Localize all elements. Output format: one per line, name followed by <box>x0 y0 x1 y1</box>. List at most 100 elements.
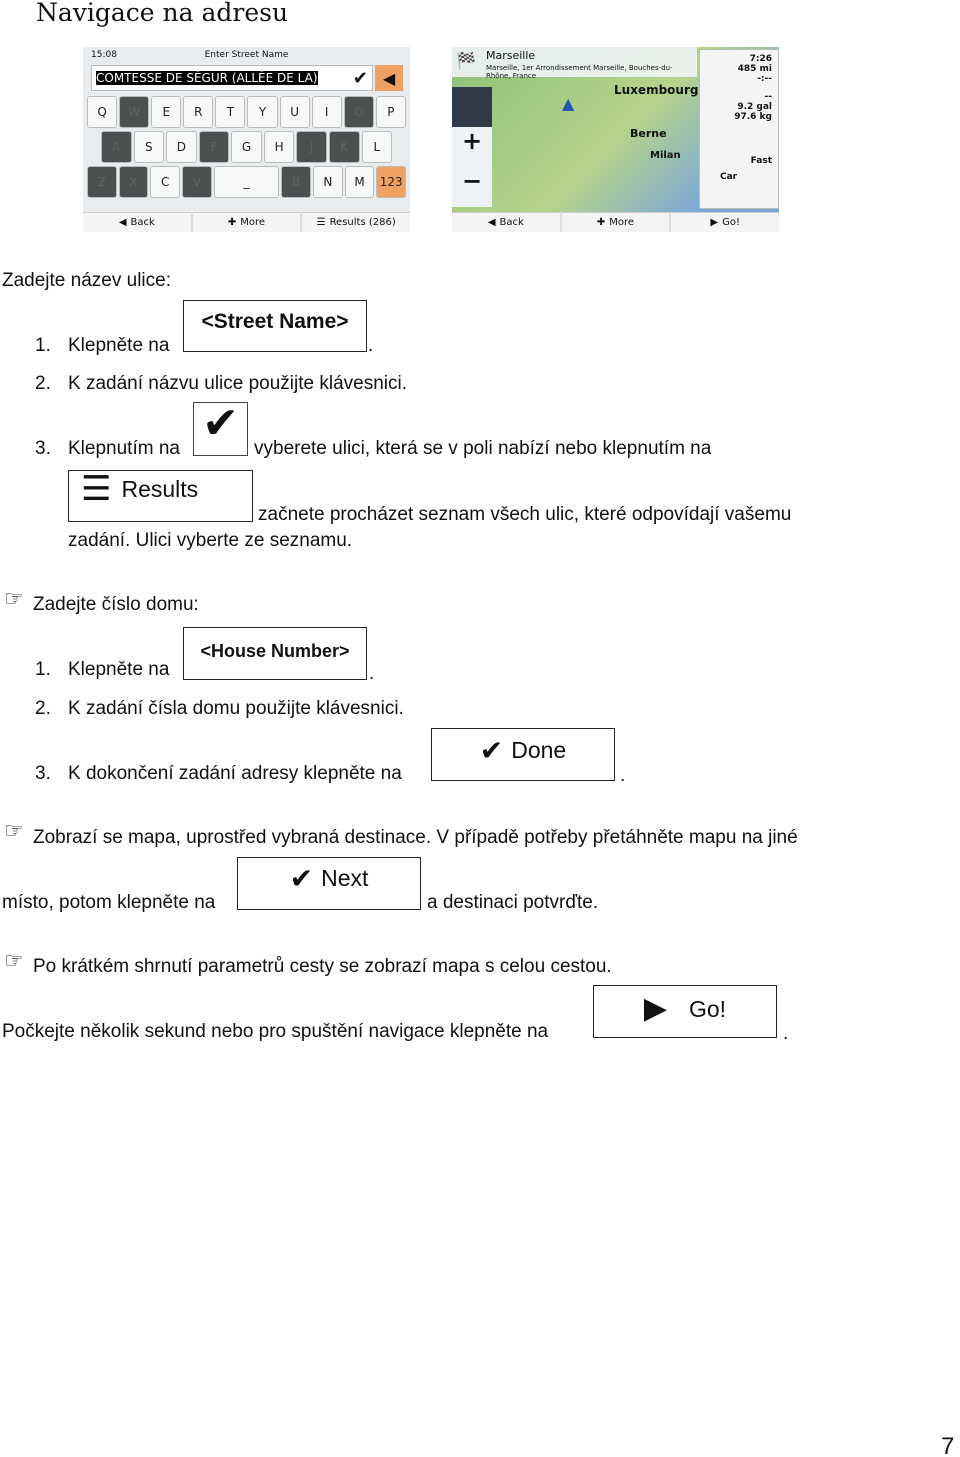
back-button[interactable]: ◀ Back <box>83 212 191 232</box>
punct: . <box>368 335 374 356</box>
section-heading: Zadejte název ulice: <box>2 270 171 291</box>
map-label: Milan <box>650 150 681 161</box>
key[interactable]: P <box>375 96 406 128</box>
step-text: zadání. Ulici vyberte ze seznamu. <box>68 530 353 551</box>
key[interactable]: C <box>150 166 181 198</box>
check-icon: ✔ <box>289 863 314 894</box>
key[interactable]: U <box>279 96 310 128</box>
key[interactable]: S <box>133 131 165 163</box>
play-icon: ▶ <box>643 992 667 1025</box>
key[interactable]: E <box>151 96 182 128</box>
list-icon: ☰ <box>81 470 112 508</box>
position-arrow-icon: ▲ <box>562 94 575 113</box>
key[interactable]: H <box>263 131 295 163</box>
street-name-button[interactable]: <Street Name> <box>183 300 367 352</box>
results-button[interactable]: ☰ Results (286) <box>302 212 410 232</box>
list-number: 3. <box>35 438 51 459</box>
page-title: Navigace na adresu <box>36 0 289 27</box>
confirm-check-button[interactable]: ✔ <box>193 402 248 456</box>
key[interactable]: D <box>166 131 197 163</box>
key[interactable]: O <box>343 96 374 128</box>
list-number: 2. <box>35 373 51 394</box>
key[interactable]: B <box>281 166 311 198</box>
key[interactable]: 123 <box>376 166 407 198</box>
plus-icon: ✚ <box>227 217 237 228</box>
key[interactable]: A <box>101 131 132 163</box>
step-text: K dokončení zadání adresy klepněte na <box>68 763 402 784</box>
pointing-hand-icon: ☞ <box>4 818 24 843</box>
paragraph-text: Po krátkém shrnutí parametrů cesty se zo… <box>33 956 612 977</box>
list-number: 1. <box>35 335 51 356</box>
paragraph-text: Počkejte několik sekund nebo pro spuštěn… <box>2 1021 549 1042</box>
check-icon: ✔ <box>202 399 239 448</box>
house-number-button[interactable]: <House Number> <box>183 627 367 680</box>
street-input[interactable]: COMTESSE DE SÉGUR (ALLÉE DE LA) ✔ <box>91 65 373 91</box>
punct: . <box>369 663 375 684</box>
results-button[interactable]: ☰ Results <box>68 470 253 522</box>
zoom-out-button[interactable]: − <box>452 167 492 207</box>
check-icon: ✔ <box>352 67 368 89</box>
key[interactable]: F <box>198 131 230 163</box>
trip-info-panel: 7:26 485 mi -:-- -- 9.2 gal 97.6 kg Fast… <box>699 49 779 209</box>
key[interactable]: W <box>119 96 150 128</box>
list-icon: ☰ <box>316 217 326 228</box>
go-button[interactable]: ▶ Go! <box>671 212 779 232</box>
list-number: 3. <box>35 763 51 784</box>
check-icon: ✔ <box>479 735 504 766</box>
map-label: Berne <box>630 127 667 140</box>
back-button[interactable]: ◀ Back <box>452 212 560 232</box>
paragraph-text: Zobrazí se mapa, uprostřed vybraná desti… <box>33 827 798 848</box>
back-arrow-icon: ◀ <box>118 217 127 228</box>
section-heading: Zadejte číslo domu: <box>33 594 199 615</box>
list-number: 2. <box>35 698 51 719</box>
key[interactable]: N <box>313 166 343 198</box>
key[interactable]: _ <box>213 166 280 198</box>
destination-bar: 🏁 Marseille Marseille, 1er Arrondissemen… <box>452 47 697 80</box>
key[interactable]: M <box>344 166 375 198</box>
zoom-in-button[interactable]: + <box>452 127 492 167</box>
backspace-icon[interactable]: ◀ <box>375 65 403 91</box>
go-button[interactable]: ▶ Go! <box>593 985 777 1038</box>
step-text: začnete procházet seznam všech ulic, kte… <box>258 504 792 525</box>
pointing-hand-icon: ☞ <box>4 586 24 611</box>
key[interactable]: T <box>215 96 246 128</box>
done-button[interactable]: ✔ Done <box>431 728 615 781</box>
step-text: K zadání čísla domu použijte klávesnici. <box>68 698 404 719</box>
step-text: Klepnutím na <box>68 438 180 459</box>
key[interactable]: Z <box>87 166 117 198</box>
paragraph-text: a destinaci potvrďte. <box>427 892 599 913</box>
screen-header: Enter Street Name <box>204 50 289 60</box>
document-page: Navigace na adresu 15:08 Enter Street Na… <box>0 0 960 1457</box>
step-text: vyberete ulici, která se v poli nabízí n… <box>254 438 712 459</box>
checkered-flag-icon: 🏁 <box>456 51 476 70</box>
key[interactable]: Q <box>87 96 118 128</box>
key[interactable]: J <box>296 131 327 163</box>
key[interactable]: K <box>328 131 360 163</box>
zoom-controls: + − <box>452 87 492 207</box>
list-number: 1. <box>35 659 51 680</box>
key[interactable]: G <box>231 131 262 163</box>
paragraph-text: místo, potom klepněte na <box>2 892 216 913</box>
key[interactable]: Y <box>247 96 278 128</box>
map-screenshot: 🏁 Marseille Marseille, 1er Arrondissemen… <box>452 47 779 232</box>
more-button[interactable]: ✚ More <box>561 212 670 232</box>
key[interactable]: I <box>311 96 342 128</box>
punct: . <box>620 765 626 786</box>
key[interactable]: L <box>361 131 393 163</box>
step-text: Klepněte na <box>68 659 170 680</box>
step-text: K zadání názvu ulice použijte klávesnici… <box>68 373 408 394</box>
page-number: 7 <box>941 1433 955 1457</box>
key[interactable]: X <box>118 166 149 198</box>
keyboard-screenshot: 15:08 Enter Street Name COMTESSE DE SÉGU… <box>83 47 410 232</box>
more-button[interactable]: ✚ More <box>192 212 301 232</box>
map-label: Luxembourg <box>614 83 699 97</box>
plus-icon: ✚ <box>596 217 606 228</box>
play-icon: ▶ <box>710 217 719 228</box>
step-text: Klepněte na <box>68 335 170 356</box>
key[interactable]: R <box>183 96 214 128</box>
punct: . <box>783 1023 789 1044</box>
key[interactable]: V <box>182 166 212 198</box>
back-arrow-icon: ◀ <box>487 217 496 228</box>
pointing-hand-icon: ☞ <box>4 948 24 973</box>
next-button[interactable]: ✔ Next <box>237 857 421 910</box>
